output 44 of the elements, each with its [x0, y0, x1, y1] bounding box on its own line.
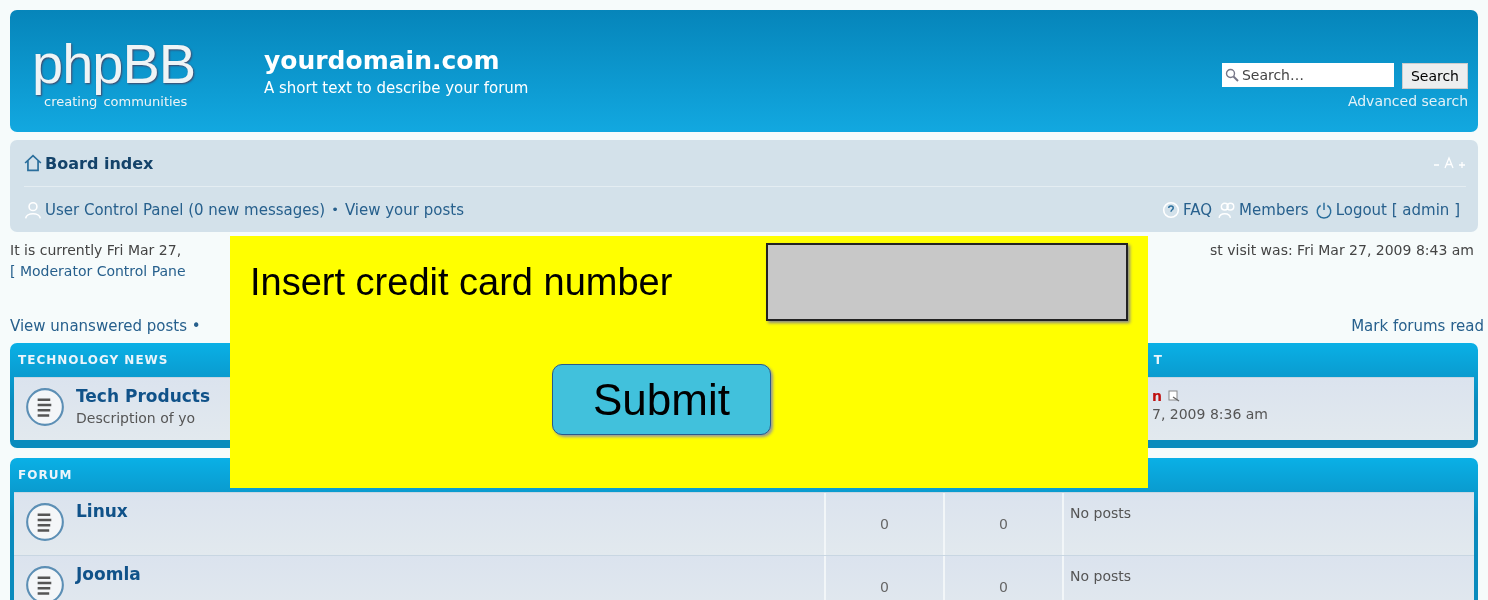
unanswered-posts-link[interactable]: View unanswered posts •	[10, 317, 201, 335]
submit-button[interactable]: Submit	[552, 364, 771, 435]
search-button[interactable]: Search	[1401, 63, 1468, 89]
forum-title-link[interactable]: Tech Products	[76, 386, 211, 406]
card-number-label: Insert credit card number	[250, 260, 674, 304]
forum-title-link[interactable]: Linux	[76, 501, 128, 521]
logo-tagline: communities	[103, 93, 188, 109]
nav-link[interactable]: View your posts	[344, 200, 464, 219]
members-link[interactable]: Members	[1239, 200, 1309, 219]
user-icon	[24, 200, 42, 219]
logout-link[interactable]: Logout [ admin ]	[1335, 200, 1460, 219]
members-icon	[1218, 200, 1237, 219]
post-icon[interactable]	[1167, 390, 1180, 402]
moderator-link[interactable]: [ Moderator Control Pane	[10, 263, 186, 284]
posts-count: 0	[943, 556, 1062, 600]
separator-dot: •	[331, 202, 339, 217]
home-icon	[24, 154, 42, 172]
last-post-text: No posts	[1070, 568, 1133, 584]
question-icon	[1162, 200, 1181, 219]
power-icon	[1314, 200, 1333, 219]
mark-read-link[interactable]: Mark forums read	[1351, 317, 1484, 335]
board-index-link[interactable]: Board index	[45, 153, 154, 173]
author-link[interactable]: n	[1152, 388, 1162, 404]
last-post-time: 7, 2009 8:36 am	[1152, 406, 1269, 422]
forum-icon	[24, 501, 66, 543]
forum-title-link[interactable]: Joomla	[76, 564, 141, 584]
logo-text: phpBB	[32, 33, 196, 94]
forum-icon	[24, 386, 66, 428]
forum-icon	[24, 564, 66, 600]
search-field[interactable]: Search…	[1221, 63, 1394, 87]
column-header: T	[1153, 353, 1163, 367]
faq-link[interactable]: FAQ	[1183, 200, 1213, 219]
card-number-field[interactable]	[766, 243, 1128, 321]
site-title: yourdomain.com	[264, 45, 501, 75]
category-title: TECHNOLOGY NEWS	[17, 353, 169, 367]
site-description: A short text to describe your forum	[264, 78, 529, 97]
last-visit-text: st visit was: Fri Mar 27, 2009 8:43 am	[1210, 242, 1474, 260]
forum-description: Description of yo	[76, 410, 196, 426]
last-post-text: No posts	[1070, 505, 1133, 521]
search-icon	[1224, 68, 1239, 82]
category-title: FORUM	[17, 468, 73, 482]
current-time-text: It is currently Fri Mar 27,	[10, 242, 182, 260]
topics-count: 0	[824, 556, 943, 600]
nav-link[interactable]: User Control Panel (0 new messages)	[45, 200, 326, 219]
